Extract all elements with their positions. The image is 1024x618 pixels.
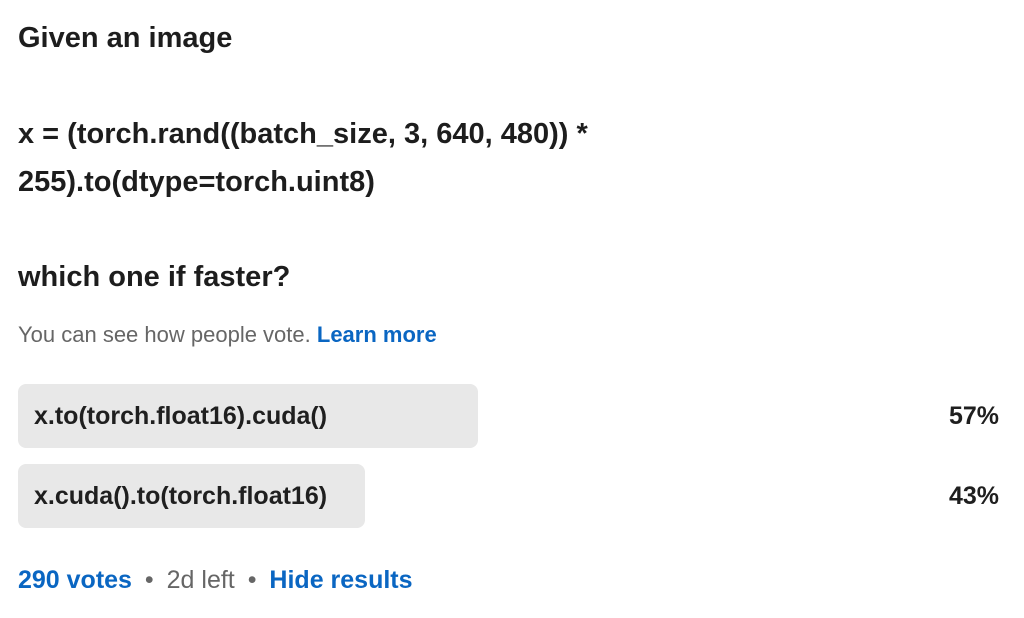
time-left: 2d left [166,566,235,594]
option-2-label: x.cuda().to(torch.float16) [34,482,328,510]
visibility-text: You can see how people vote. [18,322,311,347]
poll-option-1[interactable]: x.to(torch.float16).cuda() 57% [18,384,1003,448]
question-title: Given an image [18,22,233,54]
question-ask: which one if faster? [18,261,291,293]
vote-visibility-notice: You can see how people vote. Learn more [18,318,437,352]
votes-count-link[interactable]: 290 votes [18,566,132,594]
option-2-percent: 43% [948,482,999,510]
learn-more-link[interactable]: Learn more [317,322,437,347]
separator-dot: • [144,566,154,594]
poll-option-2[interactable]: x.cuda().to(torch.float16) 43% [18,464,1003,528]
poll-footer: 290 votes • 2d left • Hide results [18,562,413,598]
option-1-label: x.to(torch.float16).cuda() [34,402,328,430]
separator-dot: • [247,566,257,594]
hide-results-link[interactable]: Hide results [269,566,412,594]
question-code-line-2: 255).to(dtype=torch.uint8) [18,166,375,198]
question-code-line-1: x = (torch.rand((batch_size, 3, 640, 480… [18,118,588,150]
option-1-percent: 57% [948,402,999,430]
